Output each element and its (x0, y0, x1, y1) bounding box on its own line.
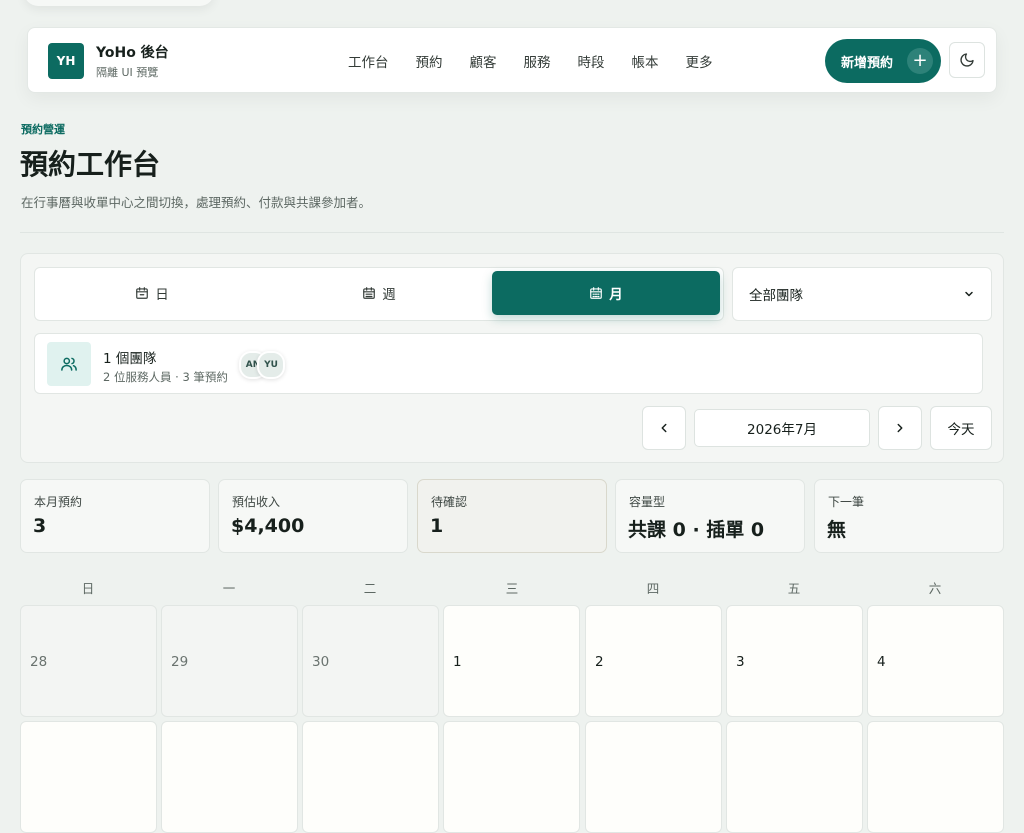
main-nav: 工作台 預約 顧客 服務 時段 帳本 更多 (348, 51, 740, 71)
team-details: 2 位服務人員 · 3 筆預約 (103, 370, 228, 384)
tab-week[interactable]: 週 (265, 271, 493, 315)
nav-item-services[interactable]: 服務 (524, 51, 551, 71)
nav-item-more[interactable]: 更多 (686, 51, 713, 71)
day-number: 30 (312, 654, 330, 670)
calendar-day-cell[interactable] (20, 721, 157, 833)
divider (20, 232, 1004, 233)
team-count: 1 個團隊 (103, 351, 157, 367)
tab-day-label: 日 (155, 287, 169, 303)
day-number: 29 (171, 654, 189, 670)
calendar-day-cell[interactable] (585, 721, 722, 833)
calendar-day-cell[interactable] (161, 721, 298, 833)
nav-item-slots[interactable]: 時段 (578, 51, 605, 71)
calendar-day-cell[interactable] (443, 721, 580, 833)
moon-icon (960, 53, 974, 67)
app-header: YH YoHo 後台 隔離 UI 預覽 工作台 預約 顧客 服務 時段 帳本 更… (27, 27, 997, 93)
weekday-header: 五 (787, 581, 801, 596)
tab-month[interactable]: 月 (492, 271, 720, 315)
stat-value: 共課 0 · 插單 0 (628, 519, 765, 541)
weekday-header: 三 (505, 581, 519, 596)
calendar-day-cell[interactable]: 28 (20, 605, 157, 717)
calendar-day-cell[interactable]: 3 (726, 605, 863, 717)
team-summary-card[interactable]: 1 個團隊 2 位服務人員 · 3 筆預約 AN YU (34, 333, 983, 394)
day-number: 3 (736, 654, 745, 670)
calendar-day-cell[interactable] (867, 721, 1004, 833)
stat-value: 1 (430, 515, 444, 537)
next-month-button[interactable] (878, 406, 922, 450)
stat-card-capacity: 容量型 共課 0 · 插單 0 (615, 479, 805, 553)
chevron-left-icon (661, 423, 667, 433)
team-filter-value: 全部團隊 (749, 288, 803, 304)
calendar-day-cell[interactable]: 4 (867, 605, 1004, 717)
calendar-day-cell[interactable] (726, 721, 863, 833)
team-filter-select[interactable]: 全部團隊 (732, 267, 992, 321)
day-number: 2 (595, 654, 604, 670)
nav-item-customers[interactable]: 顧客 (470, 51, 497, 71)
calendar-day-cell[interactable]: 29 (161, 605, 298, 717)
nav-item-bookings[interactable]: 預約 (416, 51, 443, 71)
theme-toggle-button[interactable] (949, 42, 985, 78)
weekday-header: 日 (81, 581, 95, 596)
stat-value: 無 (827, 519, 847, 541)
stat-label: 待確認 (431, 495, 468, 509)
stat-value: 3 (33, 515, 47, 537)
current-month-display[interactable]: 2026年7月 (694, 409, 870, 447)
stat-value: $4,400 (231, 515, 305, 537)
nav-item-workbench[interactable]: 工作台 (348, 51, 389, 71)
weekday-header: 一 (222, 581, 236, 596)
avatar: YU (257, 351, 285, 379)
calendar-day-icon (136, 287, 149, 299)
new-booking-button[interactable]: 新增預約 + (825, 39, 941, 83)
plus-icon: + (907, 48, 933, 74)
weekday-header: 二 (363, 581, 377, 596)
stat-label: 預估收入 (232, 495, 281, 509)
users-icon (47, 342, 91, 386)
day-number: 28 (30, 654, 48, 670)
weekday-header: 四 (646, 581, 660, 596)
stat-card-next: 下一筆 無 (814, 479, 1004, 553)
tab-month-label: 月 (609, 287, 623, 303)
day-number: 1 (453, 654, 462, 670)
weekday-header: 六 (928, 581, 942, 596)
calendar-day-cell[interactable]: 2 (585, 605, 722, 717)
stat-card-pending[interactable]: 待確認 1 (417, 479, 607, 553)
view-switcher: 日 週 月 (34, 267, 724, 321)
new-booking-label: 新增預約 (841, 55, 894, 71)
tab-day[interactable]: 日 (38, 271, 266, 315)
stat-label: 容量型 (629, 495, 666, 509)
nav-item-ledger[interactable]: 帳本 (632, 51, 659, 71)
page-eyebrow: 預約營運 (21, 123, 65, 136)
tab-week-label: 週 (382, 287, 396, 303)
prev-month-button[interactable] (642, 406, 686, 450)
stat-card-estimated-revenue: 預估收入 $4,400 (218, 479, 408, 553)
stat-label: 下一筆 (828, 495, 865, 509)
day-number: 4 (877, 654, 886, 670)
stat-card-month-bookings: 本月預約 3 (20, 479, 210, 553)
brand-title: YoHo 後台 (96, 45, 169, 61)
top-floating-pill (24, 0, 214, 6)
calendar-month-icon (590, 287, 603, 299)
brand-subtitle: 隔離 UI 預覽 (96, 66, 159, 79)
today-button[interactable]: 今天 (930, 406, 992, 450)
calendar-week-icon (363, 287, 376, 299)
chevron-down-icon (965, 291, 973, 297)
page-description: 在行事曆與收單中心之間切換，處理預約、付款與共課參加者。 (21, 195, 372, 210)
calendar-day-cell[interactable]: 30 (302, 605, 439, 717)
page-title: 預約工作台 (20, 148, 161, 181)
chevron-right-icon (897, 423, 903, 433)
calendar-controls-panel: 日 週 月 全部團隊 1 個團隊 2 位服務人員 · 3 筆預約 AN YU 2… (20, 253, 1004, 463)
app-logo[interactable]: YH (48, 43, 84, 79)
calendar-day-cell[interactable]: 1 (443, 605, 580, 717)
calendar-day-cell[interactable] (302, 721, 439, 833)
stat-label: 本月預約 (34, 495, 83, 509)
